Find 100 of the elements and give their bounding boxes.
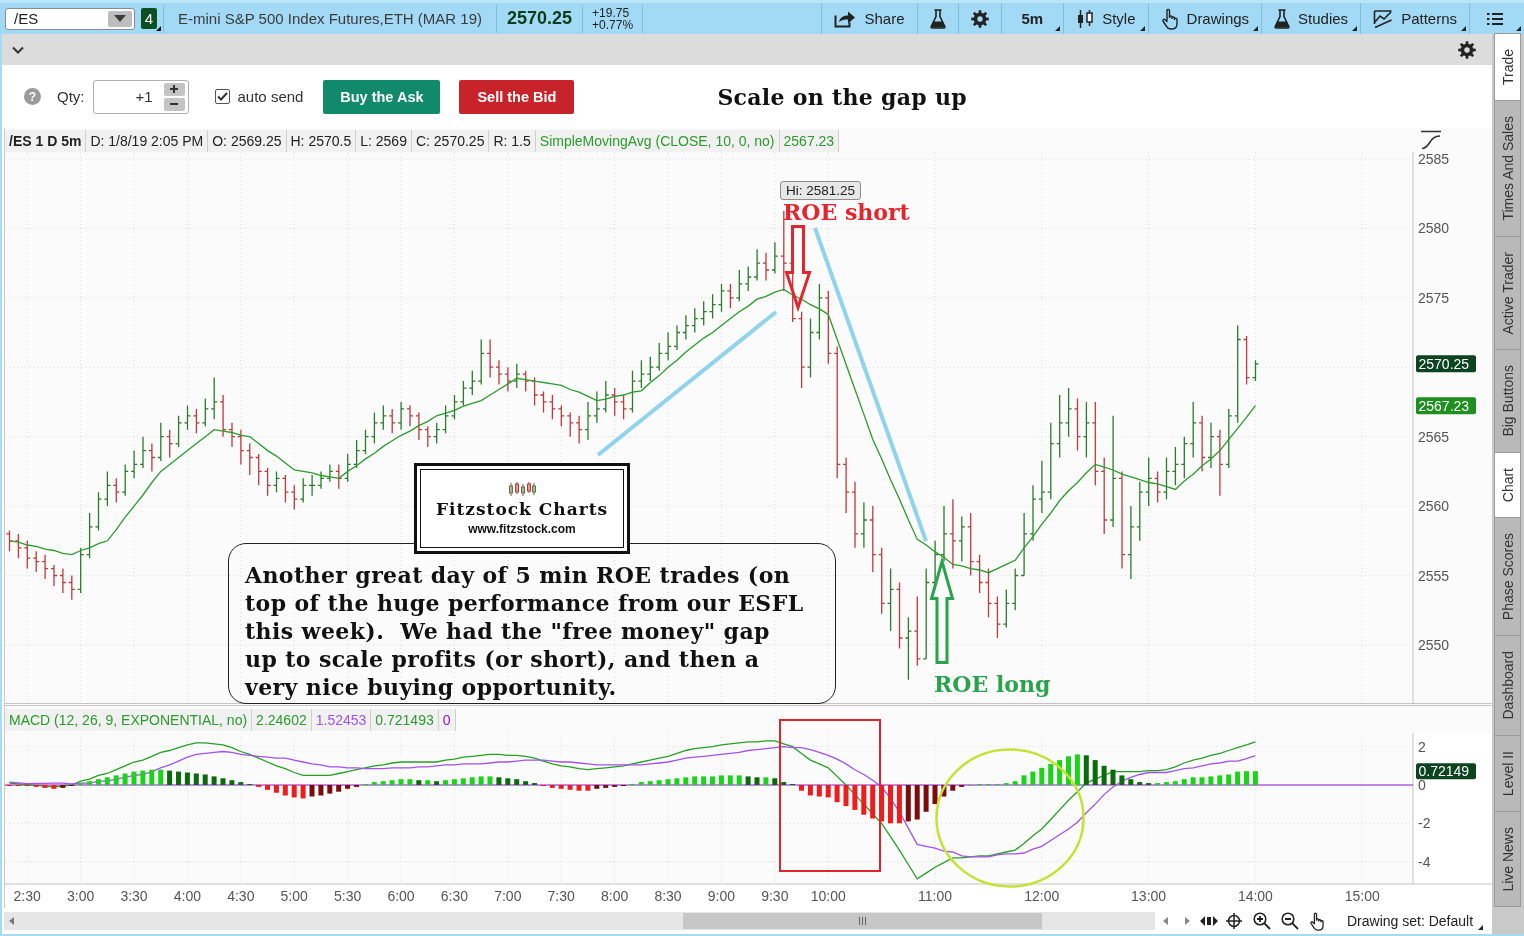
side-tab[interactable]: Big Buttons: [1494, 349, 1521, 453]
time-label: 3:00: [66, 888, 95, 904]
side-tab[interactable]: Active Trader: [1494, 235, 1521, 351]
histogram-bar: [567, 785, 573, 790]
histogram-bar: [291, 785, 297, 798]
histogram-bar: [665, 779, 671, 785]
histogram-bar: [220, 778, 226, 785]
histogram-bar: [683, 777, 689, 785]
histogram-bar: [460, 778, 466, 785]
histogram-bar: [398, 779, 404, 785]
zoom-out-icon[interactable]: [1281, 912, 1299, 930]
left-right-arrows-icon[interactable]: [1200, 916, 1218, 926]
symbol-description: E-mini S&P 500 Index Futures,ETH (MAR 19): [177, 10, 483, 27]
left-triangle-icon[interactable]: [9, 917, 14, 925]
hand-pointer-icon: [1160, 7, 1179, 30]
qty-field[interactable]: +1: [92, 79, 189, 114]
histogram-bar: [1048, 763, 1054, 785]
chevron-down-icon[interactable]: [12, 45, 24, 54]
side-tab[interactable]: Level II: [1494, 734, 1521, 812]
last-price: 2570.25: [506, 8, 574, 29]
hand-icon[interactable]: [1309, 911, 1325, 931]
net-change: +19.75: [592, 6, 631, 19]
list-icon: [1486, 11, 1504, 26]
histogram-bar: [184, 772, 190, 785]
annotation-text: ROE short: [783, 201, 910, 224]
settings-icon[interactable]: [1458, 40, 1476, 59]
histogram-bar: [1226, 774, 1232, 785]
decrement-button[interactable]: [163, 97, 185, 111]
time-label: 2:30: [13, 888, 41, 904]
axis-label: 2: [1418, 738, 1426, 755]
histogram-bar: [1021, 775, 1027, 785]
histogram-bar: [1083, 755, 1089, 785]
histogram-bar: [754, 777, 760, 785]
side-tab[interactable]: Times And Sales: [1494, 100, 1521, 237]
quote-field: H: 2570.5: [286, 130, 357, 152]
time-label: 5:00: [280, 888, 308, 904]
corner-triangle-icon: [1253, 26, 1259, 31]
chart-title: /ES 1 D 5m: [5, 130, 87, 152]
histogram-bar: [1190, 777, 1196, 785]
histogram-bar: [923, 785, 929, 812]
symbol-field[interactable]: /ES: [5, 7, 135, 30]
increment-button[interactable]: [163, 82, 185, 96]
zoom-in-icon[interactable]: [1253, 912, 1271, 930]
histogram-bar: [51, 785, 57, 789]
high-price-callout: Hi: 2581.25: [780, 181, 862, 200]
side-tab[interactable]: Dashboard: [1494, 635, 1521, 736]
auto-send-label: auto send: [237, 88, 304, 105]
histogram-bar: [87, 781, 92, 785]
buy-button[interactable]: Buy the Ask: [323, 79, 441, 114]
histogram-bar: [273, 785, 279, 793]
histogram-bar: [60, 785, 66, 788]
drawing-set-label[interactable]: Drawing set: Default: [1347, 913, 1474, 929]
histogram-bar: [1252, 771, 1258, 785]
auto-send-checkbox[interactable]: [214, 89, 230, 104]
histogram-bar: [309, 785, 315, 797]
histogram-bar: [487, 776, 493, 785]
curve-icon[interactable]: [1420, 130, 1442, 150]
left-triangle-icon[interactable]: [1163, 917, 1168, 925]
histogram-bar: [229, 780, 235, 785]
histogram-bar: [434, 781, 440, 785]
histogram-bar: [879, 785, 885, 822]
dropdown-button[interactable]: [108, 10, 132, 27]
histogram-bar: [514, 779, 520, 785]
histogram-bar: [416, 780, 422, 785]
time-label: 6:30: [440, 888, 468, 904]
right-triangle-icon[interactable]: [1185, 917, 1190, 925]
histogram-bar: [478, 776, 484, 785]
gear-icon: [970, 9, 989, 28]
histogram-bar: [122, 773, 128, 785]
sell-button[interactable]: Sell the Bid: [459, 79, 575, 114]
histogram-bar: [425, 780, 431, 785]
histogram-bar: [176, 771, 181, 785]
side-tab[interactable]: Trade: [1494, 33, 1521, 102]
price-tag: 2567.23: [1416, 397, 1476, 415]
horizontal-scrollbar[interactable]: [4, 912, 1155, 930]
crosshair-icon[interactable]: [1226, 913, 1242, 929]
histogram-bar: [140, 770, 146, 785]
side-tab[interactable]: Phase Scores: [1494, 516, 1521, 637]
histogram-bar: [870, 785, 876, 819]
histogram-bar: [469, 777, 475, 785]
quote-field: L: 2569: [356, 130, 412, 152]
histogram-bar: [1208, 776, 1214, 785]
histogram-bar: [42, 785, 48, 788]
histogram-bar: [149, 769, 155, 785]
time-label: 9:30: [761, 888, 789, 904]
scrollbar-thumb[interactable]: [683, 913, 1042, 929]
time-label: 3:30: [120, 888, 148, 904]
histogram-bar: [282, 785, 288, 796]
annotation-note: Another great day of 5 min ROE trades (on top of the huge performance from our ESFL this week). We had the "free money" gap up to scale profits (or short), and then a very nice buying opportunity.: [228, 543, 836, 704]
annotation-text: ROE long: [934, 673, 1051, 696]
histogram-bar: [638, 782, 644, 785]
histogram-bar: [380, 781, 386, 785]
study-label: SimpleMovingAvg (CLOSE, 10, 0, no): [535, 130, 780, 152]
study-label: 2.24602: [252, 708, 312, 731]
side-tab[interactable]: Chart: [1494, 451, 1521, 518]
histogram-bar: [1199, 777, 1205, 785]
side-tab[interactable]: Live News: [1494, 810, 1521, 908]
histogram-bar: [496, 777, 502, 785]
histogram-bar: [647, 781, 653, 785]
histogram-bar: [888, 785, 893, 824]
